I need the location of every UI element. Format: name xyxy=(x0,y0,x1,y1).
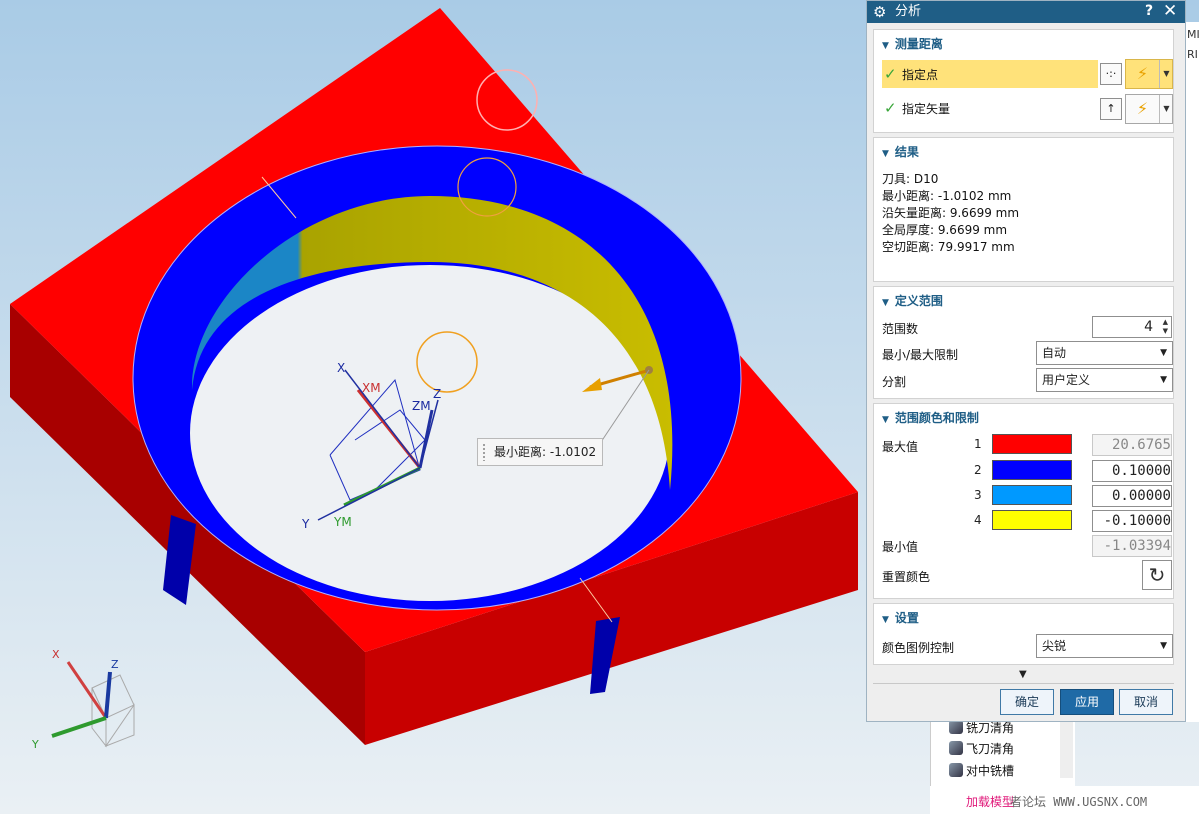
watermark-text: 者论坛 WWW.UGSNX.COM xyxy=(1010,795,1148,809)
min-value-field: -1.03394 xyxy=(1092,535,1172,557)
spinner-arrows-icon[interactable]: ▲ ▼ xyxy=(1163,318,1168,336)
divider xyxy=(873,683,1174,684)
help-button[interactable]: ? xyxy=(1145,3,1153,19)
analysis-dialog: ⚙ 分析 ? ✕ ▼ 测量距离 ✓ 指定点 ·:· ⚡ ▼ ✓ 指定矢量 ↑ ⚡ ▼ ▼ 结… xyxy=(866,0,1186,722)
chevron-down-icon[interactable]: ▼ xyxy=(1159,60,1173,88)
chevron-down-icon: ▼ xyxy=(1160,348,1167,358)
triad-z-label: Z xyxy=(111,658,119,671)
min-value-label: 最小值 xyxy=(882,540,919,554)
reset-colors-label: 重置颜色 xyxy=(882,570,931,584)
range-colors-header[interactable]: ▼ 范围颜色和限制 xyxy=(882,409,979,426)
collapse-icon: ▼ xyxy=(882,415,889,425)
result-cut-distance: 空切距离: 79.9917 mm xyxy=(882,240,1015,254)
result-tool: 刀具: D10 xyxy=(882,172,939,186)
range-color-swatch[interactable] xyxy=(992,510,1072,530)
point-snap-button[interactable]: ⚡ ▼ xyxy=(1125,59,1173,89)
measure-distance-group: ▼ 测量距离 ✓ 指定点 ·:· ⚡ ▼ ✓ 指定矢量 ↑ ⚡ ▼ xyxy=(873,29,1174,133)
collapse-icon: ▼ xyxy=(882,615,889,625)
legend-control-select[interactable]: 尖锐 ▼ xyxy=(1036,634,1173,658)
vector-snap-button[interactable]: ⚡ ▼ xyxy=(1125,94,1173,124)
result-min-distance: 最小距离: -1.0102 mm xyxy=(882,189,1012,203)
chevron-down-icon: ▼ xyxy=(1160,641,1167,651)
chevron-down-icon[interactable]: ▼ xyxy=(1159,95,1173,123)
results-group: ▼ 结果 刀具: D10 最小距离: -1.0102 mm 沿矢量距离: 9.66… xyxy=(873,137,1174,282)
axis-y-label: Y xyxy=(301,517,310,531)
define-range-header[interactable]: ▼ 定义范围 xyxy=(882,292,943,309)
settings-group: ▼ 设置 颜色图例控制 尖锐 ▼ xyxy=(873,603,1174,665)
range-count-input[interactable]: 4 ▲ ▼ xyxy=(1092,316,1172,338)
status-text: 加载模型 xyxy=(966,795,1015,809)
result-vector-distance: 沿矢量距离: 9.6699 mm xyxy=(882,206,1020,220)
axis-xm-label: XM xyxy=(362,381,381,395)
more-options-icon[interactable]: ▼ xyxy=(1019,669,1027,680)
results-header[interactable]: ▼ 结果 xyxy=(882,143,919,160)
apply-button[interactable]: 应用 xyxy=(1060,689,1114,715)
navigator-scrollbar[interactable] xyxy=(1060,718,1073,778)
settings-header[interactable]: ▼ 设置 xyxy=(882,609,919,626)
split-label: 分割 xyxy=(882,375,907,389)
axis-zm-label: ZM xyxy=(412,399,431,413)
point-lightning-icon: ⚡ xyxy=(1136,64,1149,83)
specify-vector-row[interactable]: ✓ 指定矢量 xyxy=(882,94,1098,122)
axis-x-label: X xyxy=(337,361,345,375)
nav-item[interactable]: 对中铣槽 xyxy=(949,761,1014,781)
min-distance-tag: 最小距离: -1.0102 xyxy=(477,438,604,466)
triad-x-label: X xyxy=(52,648,60,661)
background-fragment: MIL xyxy=(1187,28,1199,41)
operation-icon xyxy=(949,720,963,734)
range-index: 4 xyxy=(974,513,982,527)
range-value-field: 20.6765 xyxy=(1092,434,1172,456)
operation-icon xyxy=(949,741,963,755)
range-index: 1 xyxy=(974,437,982,451)
axis-z-label: Z xyxy=(433,387,441,401)
cancel-button[interactable]: 取消 xyxy=(1119,689,1173,715)
range-index: 2 xyxy=(974,463,982,477)
chevron-down-icon: ▼ xyxy=(1160,375,1167,385)
collapse-icon: ▼ xyxy=(882,149,889,159)
result-global-thickness: 全局厚度: 9.6699 mm xyxy=(882,223,1008,237)
reset-colors-button[interactable]: ↻ xyxy=(1142,560,1172,590)
range-color-swatch[interactable] xyxy=(992,434,1072,454)
vector-lightning-icon: ⚡ xyxy=(1136,99,1149,118)
operation-icon xyxy=(949,763,963,777)
collapse-icon: ▼ xyxy=(882,298,889,308)
operation-navigator[interactable]: 铣刀清角 飞刀清角 对中铣槽 xyxy=(930,718,1075,796)
triad-y-label: Y xyxy=(31,738,39,751)
dialog-title: 分析 xyxy=(895,4,922,19)
dialog-titlebar[interactable]: ⚙ 分析 ? ✕ xyxy=(867,1,1185,23)
axis-ym-label: YM xyxy=(333,515,352,529)
limit-label: 最小/最大限制 xyxy=(882,348,959,362)
range-color-swatch[interactable] xyxy=(992,485,1072,505)
reset-icon: ↻ xyxy=(1148,563,1166,587)
check-icon: ✓ xyxy=(884,99,897,117)
range-value-field[interactable]: 0.00000 xyxy=(1092,485,1172,507)
define-range-group: ▼ 定义范围 范围数 4 ▲ ▼ 最小/最大限制 自动 ▼ 分割 用户定义 ▼ xyxy=(873,286,1174,399)
range-value-field[interactable]: -0.10000 xyxy=(1092,510,1172,532)
vector-dialog-button[interactable]: ↑ xyxy=(1100,98,1122,120)
gear-icon: ⚙ xyxy=(873,3,887,21)
close-button[interactable]: ✕ xyxy=(1163,1,1177,21)
range-color-swatch[interactable] xyxy=(992,460,1072,480)
ok-button[interactable]: 确定 xyxy=(1000,689,1054,715)
split-select[interactable]: 用户定义 ▼ xyxy=(1036,368,1173,392)
range-value-field[interactable]: 0.10000 xyxy=(1092,460,1172,482)
range-index: 3 xyxy=(974,488,982,502)
specify-point-row[interactable]: ✓ 指定点 xyxy=(882,60,1098,88)
range-colors-group: ▼ 范围颜色和限制 最大值 1 20.6765 2 0.10000 3 0.000… xyxy=(873,403,1174,599)
measure-distance-header[interactable]: ▼ 测量距离 xyxy=(882,35,943,52)
legend-control-label: 颜色图例控制 xyxy=(882,641,955,655)
range-count-label: 范围数 xyxy=(882,322,919,336)
nav-item[interactable]: 飞刀清角 xyxy=(949,739,1014,759)
collapse-icon: ▼ xyxy=(882,41,889,51)
background-fragment: RI xyxy=(1187,48,1198,61)
max-value-label: 最大值 xyxy=(882,440,919,454)
point-dialog-button[interactable]: ·:· xyxy=(1100,63,1122,85)
limit-select[interactable]: 自动 ▼ xyxy=(1036,341,1173,365)
check-icon: ✓ xyxy=(884,65,897,83)
